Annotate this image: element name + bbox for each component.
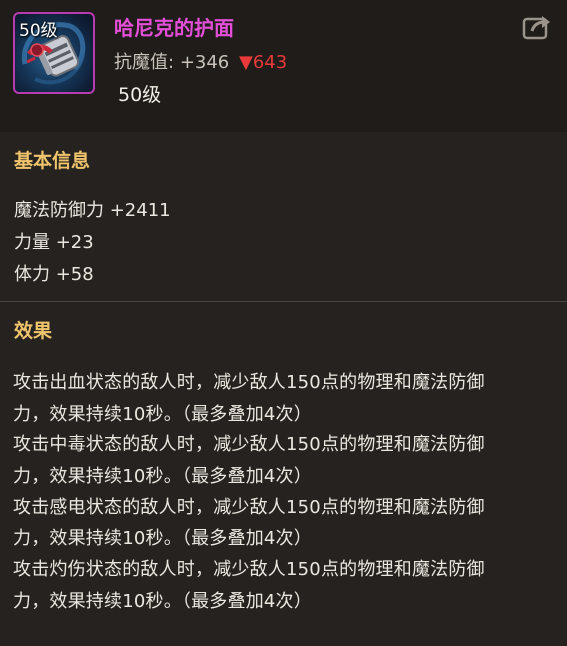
item-level-badge: 50级	[19, 21, 58, 41]
resist-diff: ▼643	[239, 52, 287, 73]
effect-line: 力，效果持续10秒。（最多叠加4次）	[13, 591, 312, 612]
resist-label: 抗魔值:	[114, 52, 175, 73]
effect-title: 效果	[14, 320, 53, 342]
effect-line: 攻击中毒状态的敌人时，减少敌人150点的物理和魔法防御	[13, 434, 485, 455]
share-icon	[522, 16, 550, 40]
resist-row: 抗魔值: +346 ▼643	[114, 48, 287, 74]
required-level: 50级	[118, 84, 162, 106]
basic-info-title: 基本信息	[14, 150, 91, 172]
resist-value: +346	[179, 52, 230, 73]
resist-diff-value: 643	[252, 52, 288, 73]
effect-line: 攻击灼伤状态的敌人时，减少敌人150点的物理和魔法防御	[13, 559, 485, 580]
stat-vitality: 体力 +58	[14, 264, 94, 285]
share-button[interactable]	[522, 13, 552, 41]
item-tooltip: 50级 哈尼克的护面 抗魔值: +346 ▼643 50级 基本信息 魔法防御力…	[0, 0, 567, 646]
down-arrow-icon: ▼	[239, 52, 253, 73]
effect-line: 力，效果持续10秒。（最多叠加4次）	[13, 404, 312, 425]
tooltip-header: 50级 哈尼克的护面 抗魔值: +346 ▼643 50级	[0, 0, 567, 132]
stat-strength: 力量 +23	[14, 232, 94, 253]
effect-line: 攻击出血状态的敌人时，减少敌人150点的物理和魔法防御	[13, 372, 485, 393]
effect-line: 力，效果持续10秒。（最多叠加4次）	[13, 528, 312, 549]
item-name: 哈尼克的护面	[114, 16, 234, 40]
item-icon-frame[interactable]: 50级	[13, 12, 95, 94]
section-divider	[0, 301, 567, 302]
effect-line: 攻击感电状态的敌人时，减少敌人150点的物理和魔法防御	[13, 497, 485, 518]
effect-line: 力，效果持续10秒。（最多叠加4次）	[13, 466, 312, 487]
stat-magic-defense: 魔法防御力 +2411	[14, 200, 171, 221]
